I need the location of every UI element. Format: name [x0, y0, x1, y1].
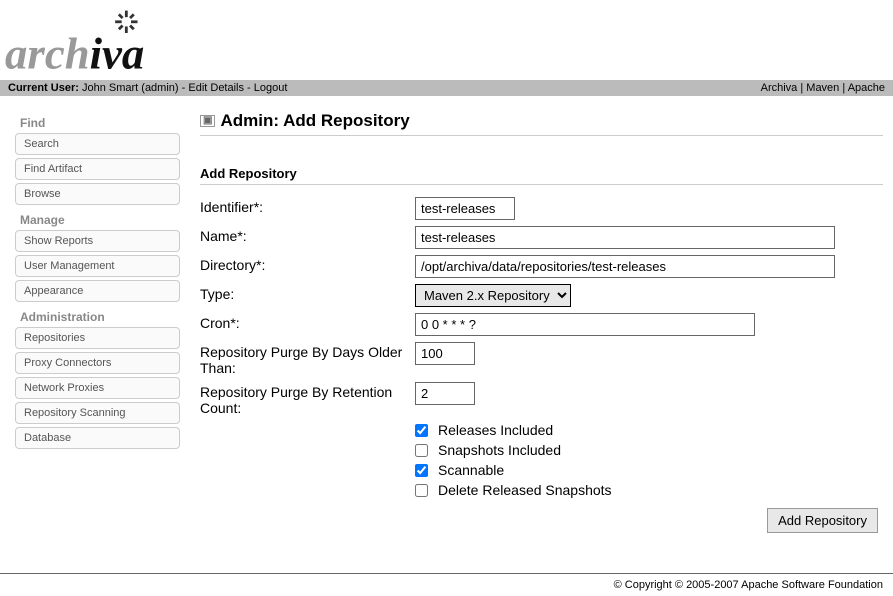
footer: © Copyright © 2005-2007 Apache Software … — [0, 573, 893, 596]
sidebar-item-find-artifact[interactable]: Find Artifact — [15, 158, 180, 180]
expand-icon[interactable]: ▣ — [200, 115, 215, 127]
user-bar: Current User: John Smart (admin) - Edit … — [0, 80, 893, 96]
name-label: Name*: — [200, 226, 415, 244]
sidebar-item-repository-scanning[interactable]: Repository Scanning — [15, 402, 180, 424]
releases-checkbox[interactable] — [415, 424, 428, 437]
sidebar-item-database[interactable]: Database — [15, 427, 180, 449]
releases-label: Releases Included — [438, 422, 553, 438]
user-bar-right: Archiva | Maven | Apache — [761, 82, 885, 94]
sidebar-item-appearance[interactable]: Appearance — [15, 280, 180, 302]
scannable-checkbox[interactable] — [415, 464, 428, 477]
user-bar-left: Current User: John Smart (admin) - Edit … — [8, 82, 287, 94]
user-role: (admin) — [141, 82, 178, 94]
cron-label: Cron*: — [200, 313, 415, 331]
sidebar-item-user-management[interactable]: User Management — [15, 255, 180, 277]
snapshots-checkbox[interactable] — [415, 444, 428, 457]
copyright: © Copyright © 2005-2007 Apache Software … — [614, 579, 883, 591]
sidebar-section-manage: Manage — [15, 208, 180, 230]
sidebar-item-browse[interactable]: Browse — [15, 183, 180, 205]
sidebar-section-find: Find — [15, 111, 180, 133]
cron-input[interactable] — [415, 313, 755, 336]
sidebar-section-administration: Administration — [15, 305, 180, 327]
logo: archiva — [0, 0, 893, 80]
purge-days-input[interactable] — [415, 342, 475, 365]
maven-link[interactable]: Maven — [806, 82, 839, 94]
delete-released-label: Delete Released Snapshots — [438, 482, 612, 498]
content: ▣ Admin: Add Repository Add Repository I… — [195, 111, 893, 533]
svg-text:archiva: archiva — [5, 28, 144, 75]
page-title: ▣ Admin: Add Repository — [200, 111, 883, 136]
name-input[interactable] — [415, 226, 835, 249]
user-name-link[interactable]: John Smart — [82, 82, 138, 94]
apache-link[interactable]: Apache — [848, 82, 885, 94]
type-select[interactable]: Maven 2.x Repository — [415, 284, 571, 307]
delete-released-checkbox[interactable] — [415, 484, 428, 497]
page-title-text: Admin: Add Repository — [220, 111, 409, 131]
purge-count-input[interactable] — [415, 382, 475, 405]
sidebar-item-proxy-connectors[interactable]: Proxy Connectors — [15, 352, 180, 374]
scannable-label: Scannable — [438, 462, 504, 478]
logout-link[interactable]: Logout — [254, 82, 288, 94]
purge-days-label: Repository Purge By Days Older Than: — [200, 342, 415, 376]
sidebar-item-search[interactable]: Search — [15, 133, 180, 155]
directory-input[interactable] — [415, 255, 835, 278]
type-label: Type: — [200, 284, 415, 302]
current-user-label: Current User: — [8, 82, 79, 94]
archiva-link[interactable]: Archiva — [761, 82, 798, 94]
identifier-input[interactable] — [415, 197, 515, 220]
edit-details-link[interactable]: Edit Details — [188, 82, 244, 94]
identifier-label: Identifier*: — [200, 197, 415, 215]
directory-label: Directory*: — [200, 255, 415, 273]
sidebar-item-repositories[interactable]: Repositories — [15, 327, 180, 349]
sidebar-item-show-reports[interactable]: Show Reports — [15, 230, 180, 252]
purge-count-label: Repository Purge By Retention Count: — [200, 382, 415, 416]
snapshots-label: Snapshots Included — [438, 442, 561, 458]
sidebar: Find Search Find Artifact Browse Manage … — [0, 111, 195, 533]
add-repository-button[interactable] — [767, 508, 878, 533]
section-title: Add Repository — [200, 166, 883, 185]
archiva-logo: archiva — [5, 5, 192, 75]
sidebar-item-network-proxies[interactable]: Network Proxies — [15, 377, 180, 399]
